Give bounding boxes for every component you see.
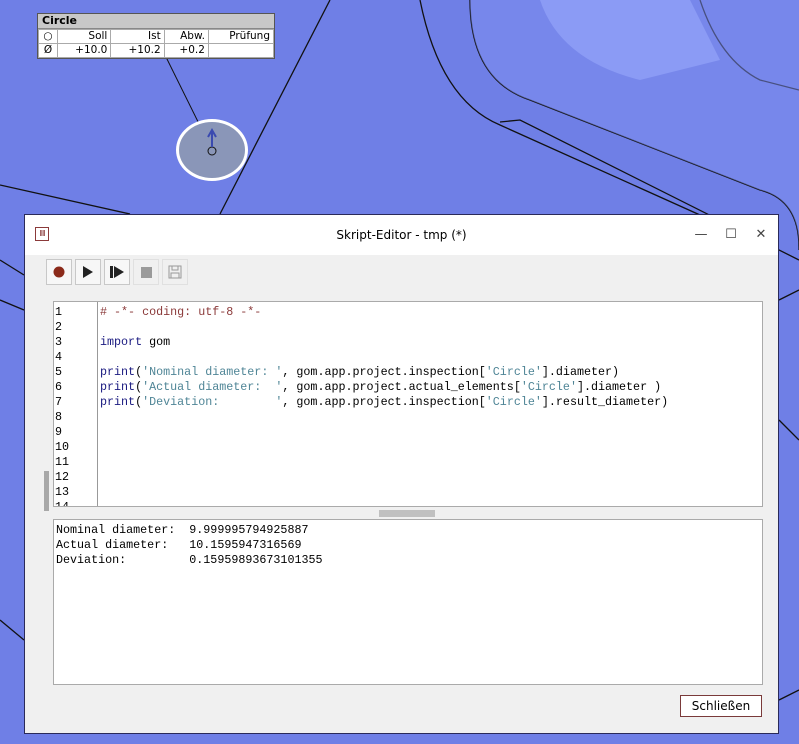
- code-token: # -*- coding: utf-8 -*-: [100, 305, 262, 319]
- code-line: # -*- coding: utf-8 -*-: [100, 305, 668, 320]
- line-number: 11: [55, 455, 70, 469]
- output-console[interactable]: Nominal diameter: 9.999995794925887 Actua…: [53, 519, 763, 685]
- line-number: 1: [55, 305, 63, 319]
- stop-icon: [140, 266, 152, 278]
- close-window-button[interactable]: ✕: [747, 225, 775, 245]
- record-button[interactable]: [46, 259, 72, 285]
- code-token: 'Deviation: ': [142, 395, 283, 409]
- output-line: Nominal diameter: 9.999995794925887: [56, 523, 309, 537]
- code-token: 'Circle': [485, 365, 542, 379]
- code-line: print('Nominal diameter: ', gom.app.proj…: [100, 365, 668, 380]
- line-number: 6: [55, 380, 63, 394]
- inspection-label[interactable]: Circle ○ Soll Ist Abw. Prüfung Ø +10.0 +10.2 +0…: [37, 13, 275, 59]
- vertical-scrollbar[interactable]: [44, 471, 49, 511]
- code-line: print('Deviation: ', gom.app.project.ins…: [100, 395, 668, 410]
- run-button[interactable]: [75, 259, 101, 285]
- step-button[interactable]: [104, 259, 130, 285]
- code-token: 'Actual diameter: ': [142, 380, 283, 394]
- line-number: 2: [55, 320, 63, 334]
- label-header-cell: ○: [38, 29, 58, 44]
- line-number: 8: [55, 410, 63, 424]
- label-value-cell: +10.2: [110, 43, 165, 58]
- line-number: 13: [55, 485, 70, 499]
- save-icon: [168, 265, 182, 279]
- code-token: print: [100, 365, 136, 379]
- label-value-cell: +0.2: [163, 43, 209, 58]
- code-token: print: [100, 395, 136, 409]
- label-value-cell: Ø: [38, 43, 58, 58]
- code-token: import: [100, 335, 143, 349]
- label-header-cell: Prüfung: [207, 29, 275, 44]
- output-line: Deviation: 0.15959893673101355: [56, 553, 323, 567]
- code-token: 'Circle': [520, 380, 577, 394]
- code-token: print: [100, 380, 136, 394]
- code-token: ].diameter): [541, 365, 620, 379]
- line-number: 5: [55, 365, 63, 379]
- code-editor[interactable]: 1 2 3 4 5 6 7 8 9 10 11 12 13 14 # -*- coding: utf-8 …: [53, 301, 763, 507]
- close-button[interactable]: Schließen: [680, 695, 762, 717]
- code-token: 'Nominal diameter: ': [142, 365, 283, 379]
- code-token: ].diameter ): [576, 380, 662, 394]
- code-token: 'Circle': [485, 395, 542, 409]
- window-title: Skript-Editor - tmp (*): [336, 228, 467, 242]
- line-number: 3: [55, 335, 63, 349]
- line-number: 10: [55, 440, 70, 454]
- stop-button[interactable]: [133, 259, 159, 285]
- label-value-cell: +10.0: [56, 43, 112, 58]
- label-header-cell: Soll: [56, 29, 112, 44]
- label-header-cell: Ist: [110, 29, 165, 44]
- label-value-cell: [207, 43, 275, 58]
- code-line: import gom: [100, 335, 668, 350]
- splitter-handle[interactable]: [379, 510, 435, 517]
- code-token: gom: [142, 335, 171, 349]
- code-token: , gom.app.project.inspection[: [282, 395, 486, 409]
- line-number: 4: [55, 350, 63, 364]
- code-text[interactable]: # -*- coding: utf-8 -*- import gom print('…: [100, 305, 668, 410]
- line-number: 9: [55, 425, 63, 439]
- label-header-cell: Abw.: [163, 29, 209, 44]
- code-token: ].result_diameter): [541, 395, 669, 409]
- label-title: Circle: [38, 14, 274, 29]
- line-number: 14: [55, 500, 70, 507]
- output-line: Actual diameter: 10.1595947316569: [56, 538, 302, 552]
- code-token: , gom.app.project.inspection[: [282, 365, 486, 379]
- line-number-gutter: 1 2 3 4 5 6 7 8 9 10 11 12 13 14: [54, 302, 98, 506]
- line-number: 12: [55, 470, 70, 484]
- play-icon: [83, 266, 93, 278]
- code-line: print('Actual diameter: ', gom.app.proje…: [100, 380, 668, 395]
- maximize-button[interactable]: ☐: [717, 225, 745, 245]
- record-icon: [53, 266, 65, 278]
- save-button[interactable]: [162, 259, 188, 285]
- script-editor-window: IIII Skript-Editor - tmp (*) — ☐ ✕ 12345…: [24, 214, 779, 734]
- line-number: 7: [55, 395, 63, 409]
- code-token: , gom.app.project.actual_elements[: [282, 380, 521, 394]
- step-icon: [110, 266, 124, 278]
- title-bar[interactable]: IIII Skript-Editor - tmp (*) — ☐ ✕: [25, 215, 778, 255]
- minimize-button[interactable]: —: [687, 225, 715, 245]
